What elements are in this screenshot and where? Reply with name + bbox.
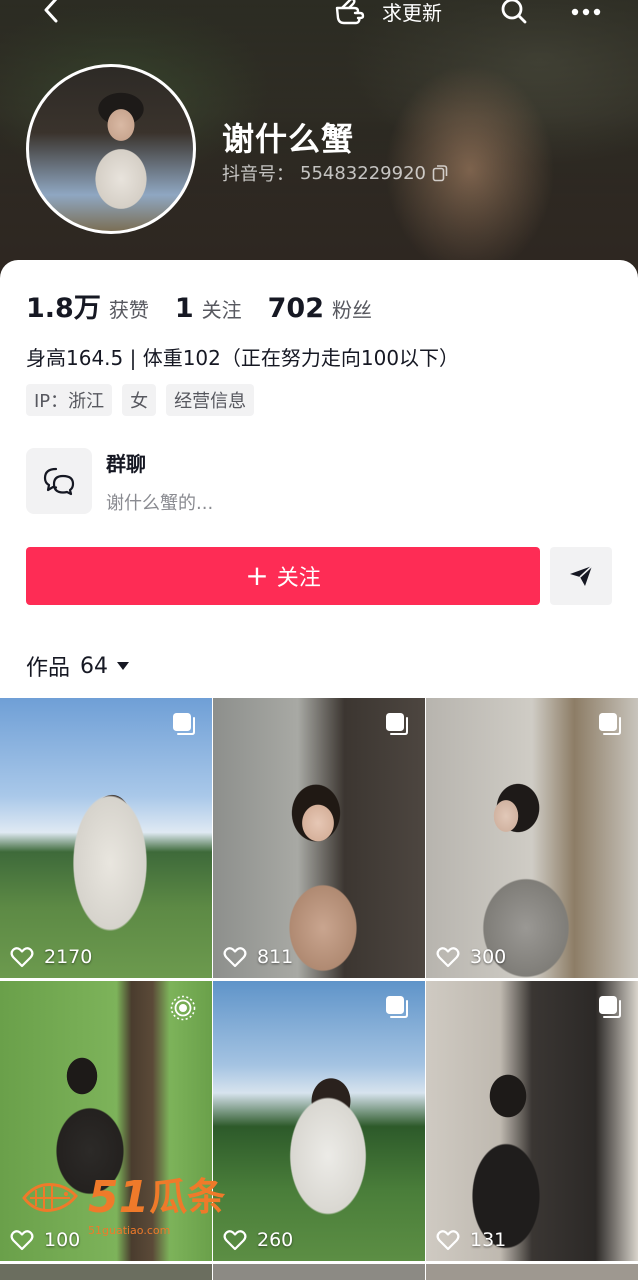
likes-label: 获赞 [108,298,149,322]
multi-image-icon [386,996,408,1018]
likes-count: 1.8万 [26,293,101,324]
douyin-id: 抖音号： 55483229920 [222,160,448,186]
multi-image-icon [599,713,621,735]
post-likes: 260 [223,1229,293,1251]
request-update-button[interactable]: 求更新 [334,0,442,28]
tag-gender: 女 [122,384,157,416]
copy-icon[interactable] [432,164,448,182]
hand-point-icon [335,0,365,25]
fish-icon [22,1183,78,1212]
post-thumbnail-partial[interactable] [426,1264,638,1280]
watermark-name: 瓜条 [149,1175,226,1219]
request-update-label: 求更新 [382,0,442,25]
post-thumbnail-partial[interactable] [213,1264,425,1280]
works-tab[interactable]: 作品 64 [26,650,130,682]
works-label: 作品 [26,656,71,681]
heart-outline-icon [436,1230,460,1251]
caret-down-icon [117,662,130,670]
post-thumbnail-partial[interactable] [0,1264,212,1280]
follow-button[interactable]: + 关注 [26,547,540,605]
heart-outline-icon [436,947,460,968]
post-thumbnail[interactable]: 2170 [0,698,212,978]
heart-outline-icon [223,947,247,968]
bio: 身高164.5 | 体重102（正在努力走向100以下） [26,346,460,370]
live-photo-icon [170,995,196,1021]
search-button[interactable] [498,0,530,28]
send-icon [570,565,593,586]
post-thumbnail[interactable]: 811 [213,698,425,978]
douyin-id-label: 抖音号： [222,164,294,185]
profile-stats: 1.8万 获赞 1 关注 702 粉丝 [26,286,398,325]
tag-business-info[interactable]: 经营信息 [166,384,255,416]
watermark-logo: 51 瓜条 51guatiao.com [20,1172,226,1237]
post-likes: 300 [436,946,506,968]
post-likes-count: 300 [470,946,507,968]
post-thumbnail[interactable]: 260 [213,981,425,1261]
post-likes: 131 [436,1229,506,1251]
watermark-number: 51 [88,1172,150,1223]
post-likes-count: 131 [470,1229,507,1251]
post-likes-count: 260 [257,1229,294,1251]
more-icon [571,8,601,16]
followers-count: 702 [267,293,325,324]
post-likes: 2170 [10,946,92,968]
search-icon [501,0,527,24]
send-message-button[interactable] [550,547,612,605]
works-count: 64 [80,653,109,679]
avatar[interactable] [26,64,196,234]
profile-tags: IP：浙江 女 经营信息 [26,384,255,416]
post-likes-count: 811 [257,946,294,968]
group-chat-icon-box [26,448,92,514]
nickname: 谢什么蟹 [222,120,355,158]
plus-icon: + [245,559,269,592]
group-chat-entry[interactable]: 群聊 谢什么蟹的... [26,448,616,514]
more-button[interactable] [568,0,604,26]
followers-label: 粉丝 [332,298,373,322]
post-likes: 811 [223,946,293,968]
stat-likes: 1.8万 获赞 [26,286,149,325]
post-likes-count: 2170 [44,946,93,968]
group-chat-subtitle: 谢什么蟹的... [106,492,214,514]
chat-bubbles-icon [43,467,75,496]
group-chat-text: 群聊 谢什么蟹的... [106,448,213,515]
profile-card: 1.8万 获赞 1 关注 702 粉丝 身高164.5 | 体重102（正在努力… [0,260,638,1280]
tag-ip: IP：浙江 [26,384,113,416]
back-icon [44,0,58,23]
watermark-url: 51guatiao.com [88,1224,171,1237]
post-likes: 100 [10,1229,80,1251]
heart-outline-icon [223,1230,247,1251]
heart-outline-icon [10,947,34,968]
multi-image-icon [599,996,621,1018]
heart-outline-icon [10,1230,34,1251]
multi-image-icon [386,713,408,735]
following-label: 关注 [201,298,242,322]
multi-image-icon [173,713,195,735]
stat-followers[interactable]: 702 粉丝 [268,293,372,324]
post-thumbnail[interactable]: 300 [426,698,638,978]
follow-label: 关注 [276,566,321,591]
next-posts-row [0,1264,638,1280]
stat-following[interactable]: 1 关注 [175,293,242,324]
top-bar: 求更新 [0,0,638,30]
back-button[interactable] [36,0,66,26]
post-likes-count: 100 [44,1229,81,1251]
group-chat-title: 群聊 [106,451,146,476]
post-thumbnail[interactable]: 131 [426,981,638,1261]
douyin-id-value: 55483229920 [300,162,426,184]
following-count: 1 [174,293,194,324]
